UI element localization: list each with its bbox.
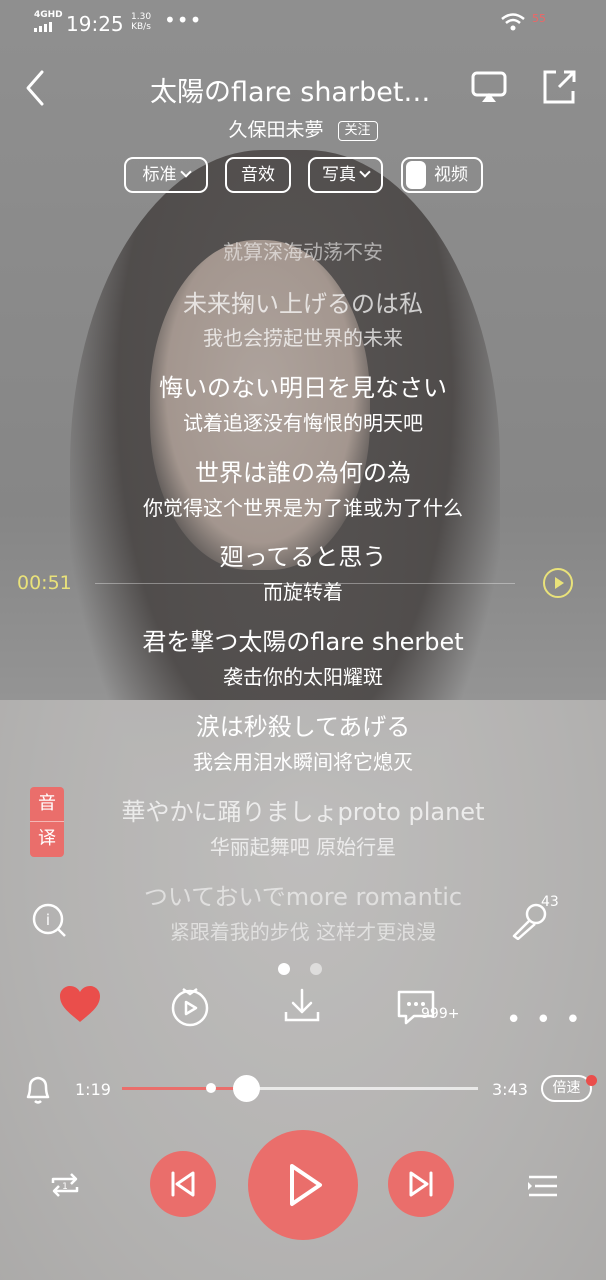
toggle-knob [406, 161, 426, 189]
lyric-line: 世界は誰の為何の為 [195, 459, 411, 487]
artist-row: 久保田未夢 关注 [0, 115, 606, 142]
speed-value: 1.30 [131, 12, 152, 22]
network-type: 4GHD [34, 10, 63, 20]
play-icon [290, 1164, 322, 1206]
wifi-icon [501, 13, 525, 31]
page-indicator [278, 963, 322, 975]
chevron-down-icon [359, 166, 371, 178]
sound-effect-label: 音效 [241, 165, 275, 185]
lyric-line: 就算深海动荡不安 [223, 240, 383, 264]
status-bar: 4GHD 19:25 1.30 KB/s ••• 55 [0, 0, 606, 44]
back-icon[interactable] [20, 68, 50, 108]
battery-level: 55 [532, 12, 546, 25]
next-button[interactable] [388, 1151, 454, 1217]
notification-dot [586, 1075, 597, 1086]
status-more-icon: ••• [164, 8, 203, 32]
lyric-line: 我会用泪水瞬间将它熄灭 [193, 750, 413, 774]
comment-count: 999+ [421, 1006, 460, 1022]
progress-fill [122, 1087, 247, 1090]
signal-icon [34, 22, 52, 32]
photo-dropdown[interactable]: 写真 [308, 157, 383, 193]
skip-next-icon [409, 1171, 433, 1197]
lyric-line-current: 廻ってると思う [219, 543, 387, 571]
video-toggle[interactable]: 视频 [401, 157, 483, 193]
video-tv-icon[interactable] [168, 984, 212, 1028]
lyric-line: 你觉得这个世界是为了谁或为了什么 [143, 496, 463, 520]
svg-text:1: 1 [62, 1182, 68, 1192]
pronunciation-label[interactable]: 音 [30, 787, 64, 822]
cast-icon[interactable] [470, 68, 508, 106]
lyric-line: 涙は秒殺してあげる [195, 713, 411, 741]
photo-label: 写真 [322, 165, 356, 185]
lyric-line: 君を撃つ太陽のflare sherbet [142, 628, 464, 656]
buffer-marker [206, 1083, 216, 1093]
page-dot [310, 963, 322, 975]
clock: 19:25 [66, 12, 124, 36]
video-label: 视频 [434, 165, 468, 185]
lyric-line: 试着追逐没有悔恨的明天吧 [183, 411, 423, 435]
previous-button[interactable] [150, 1151, 216, 1217]
lyric-line: 华丽起舞吧 原始行星 [209, 835, 397, 859]
sound-effect-button[interactable]: 音效 [225, 157, 291, 193]
lyrics-search-icon[interactable]: i [31, 902, 67, 938]
chevron-down-icon [179, 166, 192, 178]
total-time: 3:43 [492, 1080, 528, 1099]
playback-speed-button[interactable]: 倍速 [541, 1075, 592, 1102]
more-options-icon[interactable]: • • • [506, 1007, 584, 1033]
share-icon[interactable] [540, 68, 578, 106]
song-title: 太陽のflare sharbet… [150, 77, 431, 108]
lyric-play-icon[interactable] [543, 568, 573, 598]
lyric-line: 悔いのない明日を見なさい [159, 374, 447, 402]
karaoke-count: 43 [541, 894, 559, 910]
lyric-line: 我也会捞起世界的未来 [203, 326, 403, 350]
lyric-line: 袭击你的太阳耀斑 [223, 665, 383, 689]
download-icon[interactable] [280, 984, 324, 1028]
lyric-line: 未来掬い上げるのは私 [183, 290, 423, 318]
battery-icon: 55 [532, 12, 568, 30]
progress-thumb[interactable] [233, 1075, 261, 1102]
lyric-seek-time: 00:51 [17, 572, 72, 594]
standard-label: 标准 [142, 165, 177, 185]
play-button[interactable] [248, 1130, 358, 1240]
skip-previous-icon [171, 1171, 195, 1197]
favorite-heart-icon[interactable] [58, 984, 102, 1024]
standard-quality-dropdown[interactable]: 标准 [124, 157, 208, 193]
current-time: 1:19 [75, 1080, 111, 1099]
repeat-one-icon[interactable]: 1 [47, 1167, 83, 1203]
follow-button[interactable]: 关注 [337, 121, 378, 141]
lyric-seek-line [95, 583, 515, 584]
lyric-line-current: 而旋转着 [263, 580, 343, 604]
playlist-icon[interactable] [525, 1167, 561, 1203]
translation-label[interactable]: 译 [30, 822, 64, 857]
lyric-line: 華やかに踊りましょproto planet [121, 798, 485, 826]
page-dot-active [278, 963, 290, 975]
bell-icon[interactable] [24, 1073, 52, 1105]
network-speed: 1.30 KB/s [131, 12, 151, 32]
speed-unit: KB/s [131, 22, 151, 32]
artist-name[interactable]: 久保田未夢 [228, 119, 323, 141]
pronunciation-translation-toggle[interactable]: 音 译 [30, 787, 64, 857]
svg-text:i: i [46, 911, 50, 929]
